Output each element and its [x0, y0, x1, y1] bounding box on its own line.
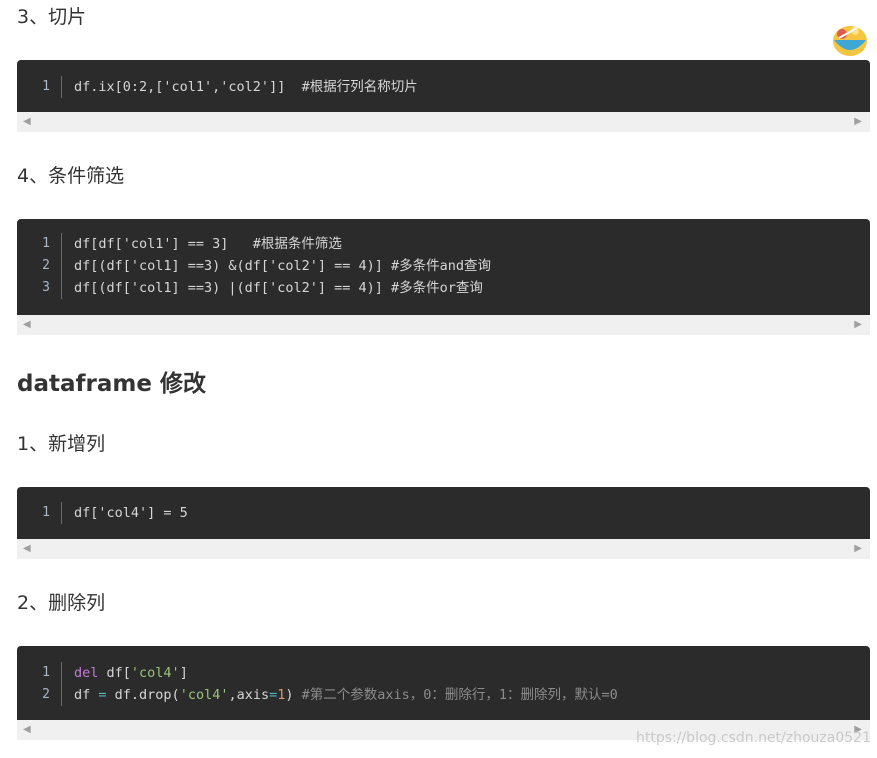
food-bowl-icon[interactable]	[831, 20, 869, 58]
line-number: 2	[42, 687, 50, 702]
code-text: df[df['col1'] == 3] #根据条件筛选	[74, 236, 342, 252]
code-token: ,axis	[228, 687, 270, 703]
code-token: )	[285, 687, 302, 703]
code-text: df.ix[0:2,['col1','col2']] #根据行列名称切片	[74, 79, 418, 95]
line-number: 1	[42, 79, 50, 94]
code-block-delete-column: 1 del df['col4'] 2 df = df.drop('col4',a…	[17, 646, 870, 720]
line-number: 1	[42, 236, 50, 251]
code-text: df['col4'] = 5	[74, 505, 188, 521]
string-token: 'col4'	[179, 687, 229, 703]
scroll-left-icon[interactable]: ◀	[23, 543, 31, 555]
string-token: 'col4'	[130, 665, 180, 681]
scroll-left-icon[interactable]: ◀	[23, 724, 31, 736]
code-line: 2 df[(df['col1] ==3) &(df['col2'] == 4)]…	[17, 255, 870, 277]
code-block-slice: 1 df.ix[0:2,['col1','col2']] #根据行列名称切片	[17, 60, 870, 112]
section-heading-delete-column: 2、删除列	[17, 592, 106, 614]
code-block-add-column: 1 df['col4'] = 5	[17, 487, 870, 539]
line-number: 2	[42, 258, 50, 273]
code-line: 1 df.ix[0:2,['col1','col2']] #根据行列名称切片	[17, 76, 870, 98]
scroll-right-icon[interactable]: ▶	[854, 543, 862, 555]
scroll-right-icon[interactable]: ▶	[854, 319, 862, 331]
code-text: del df['col4']	[74, 662, 188, 684]
watermark: https://blog.csdn.net/zhouza0521	[636, 730, 871, 746]
section-heading-slice: 3、切片	[17, 6, 87, 28]
line-number: 1	[42, 505, 50, 520]
code-line: 1 del df['col4']	[17, 662, 870, 684]
scroll-right-icon[interactable]: ▶	[854, 116, 862, 128]
horizontal-scrollbar[interactable]: ◀ ▶	[17, 315, 870, 335]
operator-token: =	[98, 687, 107, 703]
code-line: 3 df[(df['col1] ==3) |(df['col2'] == 4)]…	[17, 277, 870, 299]
code-block-filter: 1 df[df['col1'] == 3] #根据条件筛选 2 df[(df['…	[17, 219, 870, 315]
comment-token: #第二个参数axis，0：删除行，1：删除列，默认=0	[301, 687, 618, 703]
line-number: 1	[42, 665, 50, 680]
code-token: df[	[98, 665, 131, 681]
code-line: 2 df = df.drop('col4',axis=1) #第二个参数axis…	[17, 684, 870, 706]
code-text: df[(df['col1] ==3) &(df['col2'] == 4)] #…	[74, 258, 491, 274]
section-heading-dataframe-modify: dataframe 修改	[17, 371, 206, 397]
keyword-token: del	[74, 665, 99, 681]
code-line: 1 df['col4'] = 5	[17, 502, 870, 524]
line-number: 3	[42, 280, 50, 295]
code-line: 1 df[df['col1'] == 3] #根据条件筛选	[17, 233, 870, 255]
code-text: df = df.drop('col4',axis=1) #第二个参数axis，0…	[74, 684, 618, 706]
code-token: df	[74, 687, 99, 703]
horizontal-scrollbar[interactable]: ◀ ▶	[17, 539, 870, 559]
section-heading-filter: 4、条件筛选	[17, 165, 125, 187]
horizontal-scrollbar[interactable]: ◀ ▶	[17, 112, 870, 132]
section-heading-add-column: 1、新增列	[17, 433, 106, 455]
code-token: df.drop(	[106, 687, 180, 703]
code-text: df[(df['col1] ==3) |(df['col2'] == 4)] #…	[74, 280, 483, 296]
scroll-left-icon[interactable]: ◀	[23, 319, 31, 331]
code-token: ]	[179, 665, 188, 681]
scroll-left-icon[interactable]: ◀	[23, 116, 31, 128]
